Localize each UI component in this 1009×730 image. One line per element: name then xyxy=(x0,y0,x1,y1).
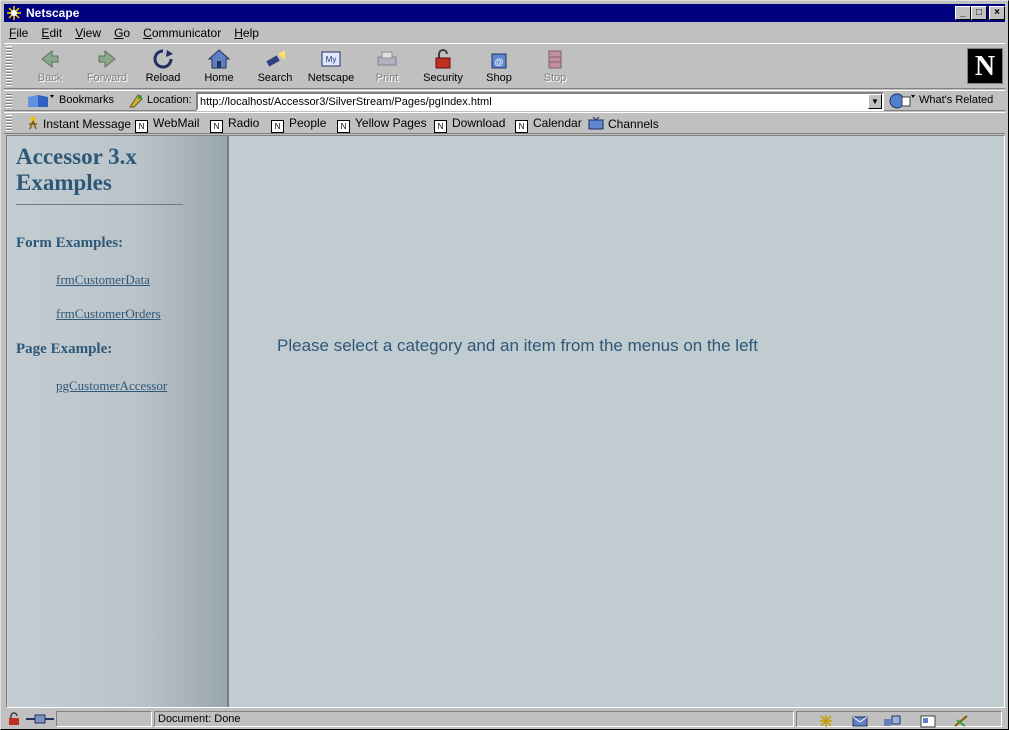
newsgroups-component-icon[interactable] xyxy=(883,714,901,728)
webmail-link[interactable]: N WebMail xyxy=(135,116,199,133)
instant-message-icon xyxy=(29,116,37,130)
address-book-component-icon[interactable] xyxy=(919,714,937,728)
link-frmcustomerorders[interactable]: frmCustomerOrders xyxy=(56,306,161,322)
toolbar-grip[interactable] xyxy=(6,93,12,108)
forward-arrow-icon xyxy=(98,49,116,69)
shop-button[interactable]: @ Shop xyxy=(471,46,527,88)
status-bar: Document: Done xyxy=(4,710,1005,728)
back-arrow-icon xyxy=(41,49,59,69)
yellow-pages-link[interactable]: N Yellow Pages xyxy=(337,116,427,133)
form-examples-heading: Form Examples: xyxy=(16,235,124,251)
browser-window: Netscape _ □ × File Edit View Go Communi… xyxy=(0,0,1009,730)
svg-text:My: My xyxy=(326,55,337,64)
sidebar-title: Accessor 3.x Examples xyxy=(16,144,137,195)
security-button[interactable]: Security xyxy=(415,46,471,88)
menu-communicator[interactable]: Communicator xyxy=(138,24,226,40)
link-frmcustomerdata[interactable]: frmCustomerData xyxy=(56,272,150,288)
minimize-button[interactable]: _ xyxy=(955,6,971,20)
link-pgcustomeraccessor[interactable]: pgCustomerAccessor xyxy=(56,378,167,394)
navigator-component-icon[interactable] xyxy=(817,714,835,728)
padlock-icon xyxy=(435,49,451,69)
reload-icon xyxy=(153,49,173,69)
stop-button[interactable]: Stop xyxy=(527,46,583,88)
svg-text:@: @ xyxy=(494,57,503,67)
bookmarks-button[interactable]: Bookmarks xyxy=(26,92,116,110)
whats-related-icon xyxy=(889,93,915,109)
url-dropdown-arrow[interactable]: ▼ xyxy=(868,94,882,109)
radio-link[interactable]: N Radio xyxy=(210,116,259,133)
page-example-heading: Page Example: xyxy=(16,341,113,357)
main-frame: Please select a category and an item fro… xyxy=(229,136,1004,707)
search-flashlight-icon xyxy=(266,50,285,67)
composer-component-icon[interactable] xyxy=(953,714,971,728)
menu-help[interactable]: Help xyxy=(229,24,264,40)
toolbar-grip[interactable] xyxy=(6,115,12,131)
bookmark-page-icon: N xyxy=(337,120,350,133)
people-link[interactable]: N People xyxy=(271,116,326,133)
calendar-link[interactable]: N Calendar xyxy=(515,116,582,133)
component-bar xyxy=(796,711,1002,728)
channels-link[interactable]: Channels xyxy=(588,116,659,131)
netscape-button[interactable]: My Netscape xyxy=(303,46,359,88)
bookmark-page-icon: N xyxy=(271,120,284,133)
mail-component-icon[interactable] xyxy=(851,714,869,728)
home-button[interactable]: Home xyxy=(191,46,247,88)
bookmarks-icon xyxy=(28,95,54,107)
window-title: Netscape xyxy=(26,6,80,20)
title-bar: Netscape _ □ × xyxy=(4,4,1005,22)
back-button[interactable]: Back xyxy=(22,46,78,88)
security-lock-icon[interactable] xyxy=(6,712,24,726)
bookmark-page-icon: N xyxy=(135,120,148,133)
netscape-app-icon xyxy=(6,5,22,21)
my-netscape-icon: My xyxy=(321,51,341,67)
page-content: Accessor 3.x Examples Form Examples: frm… xyxy=(6,135,1005,708)
location-url-field[interactable]: http://localhost/Accessor3/SilverStream/… xyxy=(196,92,884,111)
location-toolbar: Bookmarks Location: http://localhost/Acc… xyxy=(4,90,1005,111)
instant-message-link[interactable]: Instant Message xyxy=(26,116,131,131)
channels-tv-icon xyxy=(588,116,604,130)
menu-file[interactable]: File xyxy=(4,24,33,40)
whats-related-button[interactable]: What's Related xyxy=(888,92,998,110)
location-label: Location: xyxy=(147,94,192,106)
instruction-message: Please select a category and an item fro… xyxy=(277,336,758,355)
reload-button[interactable]: Reload xyxy=(135,46,191,88)
forward-button[interactable]: Forward xyxy=(79,46,135,88)
maximize-button[interactable]: □ xyxy=(971,6,987,20)
location-icon[interactable] xyxy=(128,93,144,109)
left-frame-menu: Accessor 3.x Examples Form Examples: frm… xyxy=(7,136,227,707)
search-button[interactable]: Search xyxy=(247,46,303,88)
personal-toolbar: Instant Message N WebMail N Radio N People … xyxy=(4,112,1005,134)
status-text: Document: Done xyxy=(154,711,794,727)
print-button[interactable]: Print xyxy=(359,46,415,88)
netscape-logo[interactable]: N xyxy=(967,48,1003,84)
navigation-toolbar: Back Forward Reload Home Search My Netsc… xyxy=(4,43,1005,89)
menu-bar: File Edit View Go Communicator Help xyxy=(4,24,1005,42)
stop-icon xyxy=(548,50,562,69)
bookmark-page-icon: N xyxy=(210,120,223,133)
close-button[interactable]: × xyxy=(989,6,1005,20)
sidebar-divider xyxy=(16,204,183,205)
shopping-bag-icon: @ xyxy=(491,53,507,69)
bookmark-page-icon: N xyxy=(434,120,447,133)
menu-go[interactable]: Go xyxy=(109,24,135,40)
bookmark-page-icon: N xyxy=(515,120,528,133)
home-icon xyxy=(207,49,231,69)
download-link[interactable]: N Download xyxy=(434,116,505,133)
menu-view[interactable]: View xyxy=(70,24,106,40)
toolbar-grip[interactable] xyxy=(6,46,12,86)
connection-status-icon xyxy=(26,714,54,724)
menu-edit[interactable]: Edit xyxy=(36,24,67,40)
printer-icon xyxy=(377,51,397,66)
progress-meter xyxy=(56,711,152,727)
